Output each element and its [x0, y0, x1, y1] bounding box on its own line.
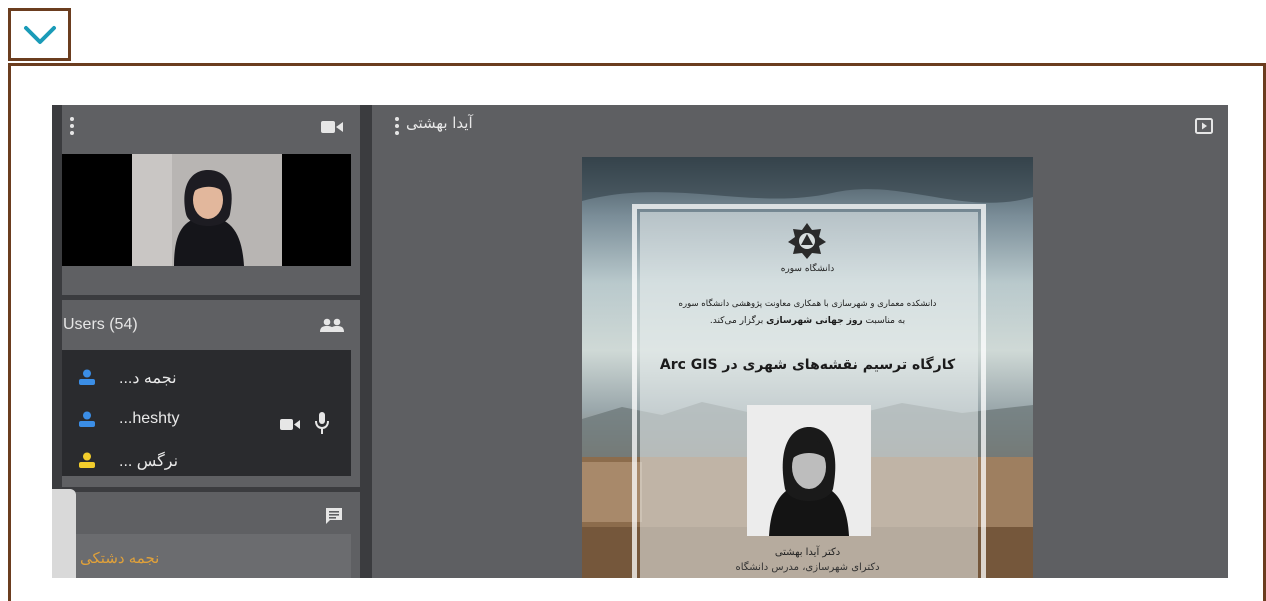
content-frame: Users (54) نجمه د... ...heshty نرگس ... …	[8, 63, 1266, 601]
poster-line-2-suffix: برگزار می‌کند.	[709, 316, 764, 326]
collapse-toggle-button[interactable]	[8, 8, 71, 61]
poster-headline: کارگاه ترسیم نقشه‌های شهری در Arc GIS	[659, 357, 956, 373]
video-camera-icon	[280, 419, 300, 430]
user-icon	[79, 411, 95, 427]
chevron-down-icon	[23, 25, 56, 44]
user-name: نجمه د...	[119, 370, 177, 387]
user-name: نرگس ...	[119, 453, 179, 470]
play-slideshow-icon[interactable]	[1195, 118, 1213, 134]
users-title: Users (54)	[63, 316, 138, 333]
chat-sender-name: نجمه دشتکی	[80, 550, 160, 567]
speaker-caption: دکتر آیدا بهشتی	[774, 547, 841, 558]
webcam-video[interactable]	[62, 154, 351, 266]
meeting-app: Users (54) نجمه د... ...heshty نرگس ... …	[52, 105, 1228, 578]
presentation-area: آیدا بهشتی دانشگاه سوره دانشکده معماری و…	[372, 105, 1228, 578]
speaker-caption-2: دکترای شهرسازی، مدرس دانشگاه	[735, 562, 880, 573]
speaker-portrait-image	[747, 405, 871, 536]
chat-message-preview[interactable]: نجمه دشتکی	[62, 534, 351, 578]
user-icon	[79, 452, 95, 468]
speaker-photo	[747, 405, 871, 536]
video-camera-icon[interactable]	[321, 120, 343, 134]
slide-poster[interactable]: دانشگاه سوره دانشکده معماری و شهرسازی با…	[582, 157, 1033, 578]
user-row[interactable]: ...heshty	[62, 406, 351, 434]
poster-line-2-prefix: به مناسبت	[865, 316, 906, 326]
users-card: Users (54) نجمه د... ...heshty نرگس ...	[62, 300, 360, 487]
user-icon	[79, 369, 95, 385]
people-icon[interactable]	[320, 318, 344, 332]
poster-line-2-bold: روز جهانی شهرسازی	[766, 316, 863, 326]
university-name: دانشگاه سوره	[780, 264, 835, 274]
user-name: ...heshty	[119, 410, 180, 427]
webcam-card	[62, 105, 360, 295]
university-logo-icon	[788, 223, 826, 259]
user-row[interactable]: نجمه د...	[62, 364, 351, 392]
side-panel-tab[interactable]	[52, 489, 76, 578]
users-list: نجمه د... ...heshty نرگس ...	[62, 350, 351, 476]
microphone-icon	[315, 412, 329, 434]
webcam-person-image	[132, 154, 282, 266]
more-options-icon[interactable]	[69, 116, 75, 136]
user-row[interactable]: نرگس ...	[62, 447, 351, 475]
poster-line-1: دانشکده معماری و شهرسازی با همکاری معاون…	[678, 299, 937, 309]
presenter-name: آیدا بهشتی	[406, 114, 473, 132]
more-options-icon[interactable]	[394, 116, 400, 136]
left-column: Users (54) نجمه د... ...heshty نرگس ... …	[52, 105, 360, 578]
chat-bubble-icon[interactable]	[324, 506, 344, 526]
chat-card: نجمه دشتکی	[62, 492, 360, 578]
poster-line-2: به مناسبت روز جهانی شهرسازی برگزار می‌کن…	[582, 316, 1033, 326]
